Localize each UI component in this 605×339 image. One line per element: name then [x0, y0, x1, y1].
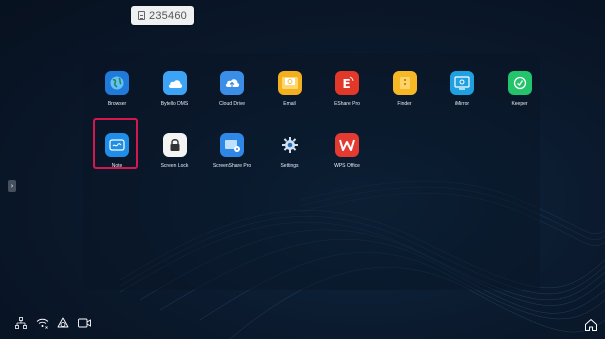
- app-wps-office[interactable]: WPS Office: [323, 119, 371, 169]
- keeper-icon: [507, 71, 532, 95]
- app-label: Browser: [107, 101, 127, 107]
- app-label: Finder: [397, 101, 412, 107]
- network-icon[interactable]: [14, 316, 28, 330]
- lock-icon: [162, 133, 187, 157]
- app-email[interactable]: Email: [266, 57, 314, 107]
- app-screen-lock[interactable]: Screen Lock: [151, 119, 199, 169]
- app-label: Email: [283, 101, 296, 107]
- device-id-badge[interactable]: 235460: [131, 6, 194, 25]
- chevron-right-icon: ›: [10, 182, 14, 190]
- app-imirror[interactable]: iMirror: [438, 57, 486, 107]
- sim-card-icon: [138, 11, 146, 20]
- app-label: EShare Pro: [334, 101, 360, 107]
- status-bar: [14, 316, 91, 330]
- svg-text:E: E: [343, 77, 351, 91]
- app-label: Settings: [280, 163, 299, 169]
- globe-icon: [105, 71, 129, 95]
- app-label: Bytello DMS: [160, 101, 189, 107]
- app-label: iMirror: [454, 101, 470, 107]
- home-icon[interactable]: [584, 317, 598, 331]
- app-settings[interactable]: Settings: [266, 119, 314, 169]
- app-label: ScreenShare Pro: [212, 163, 252, 169]
- mirror-icon: [450, 71, 474, 95]
- app-browser[interactable]: Browser: [93, 57, 141, 107]
- gear-icon: [278, 133, 302, 157]
- screenshare-icon: [220, 133, 244, 157]
- app-finder[interactable]: Finder: [381, 57, 429, 107]
- app-label: WPS Office: [334, 163, 360, 169]
- selection-highlight: [93, 118, 138, 169]
- app-label: Keeper: [511, 101, 528, 107]
- app-label: Screen Lock: [160, 163, 189, 169]
- app-bytello-dms[interactable]: Bytello DMS: [151, 57, 199, 107]
- envelope-icon: [277, 71, 302, 95]
- app-keeper[interactable]: Keeper: [496, 57, 544, 107]
- folder-icon: [392, 71, 417, 95]
- device-id-text: 235460: [149, 9, 187, 22]
- wifi-icon[interactable]: [35, 316, 49, 330]
- app-label: Cloud Drive: [218, 101, 246, 107]
- app-screenshare-pro[interactable]: ScreenShare Pro: [208, 119, 256, 169]
- eye-care-icon[interactable]: [56, 316, 70, 330]
- cloud-upload-icon: [220, 71, 244, 95]
- wps-icon: [335, 133, 359, 157]
- cloud-icon: [162, 71, 187, 95]
- app-cloud-drive[interactable]: Cloud Drive: [208, 57, 256, 107]
- eshare-icon: E: [335, 71, 359, 95]
- screen-record-icon[interactable]: [77, 316, 91, 330]
- app-eshare-pro[interactable]: E EShare Pro: [323, 57, 371, 107]
- side-panel-handle[interactable]: ›: [8, 180, 16, 192]
